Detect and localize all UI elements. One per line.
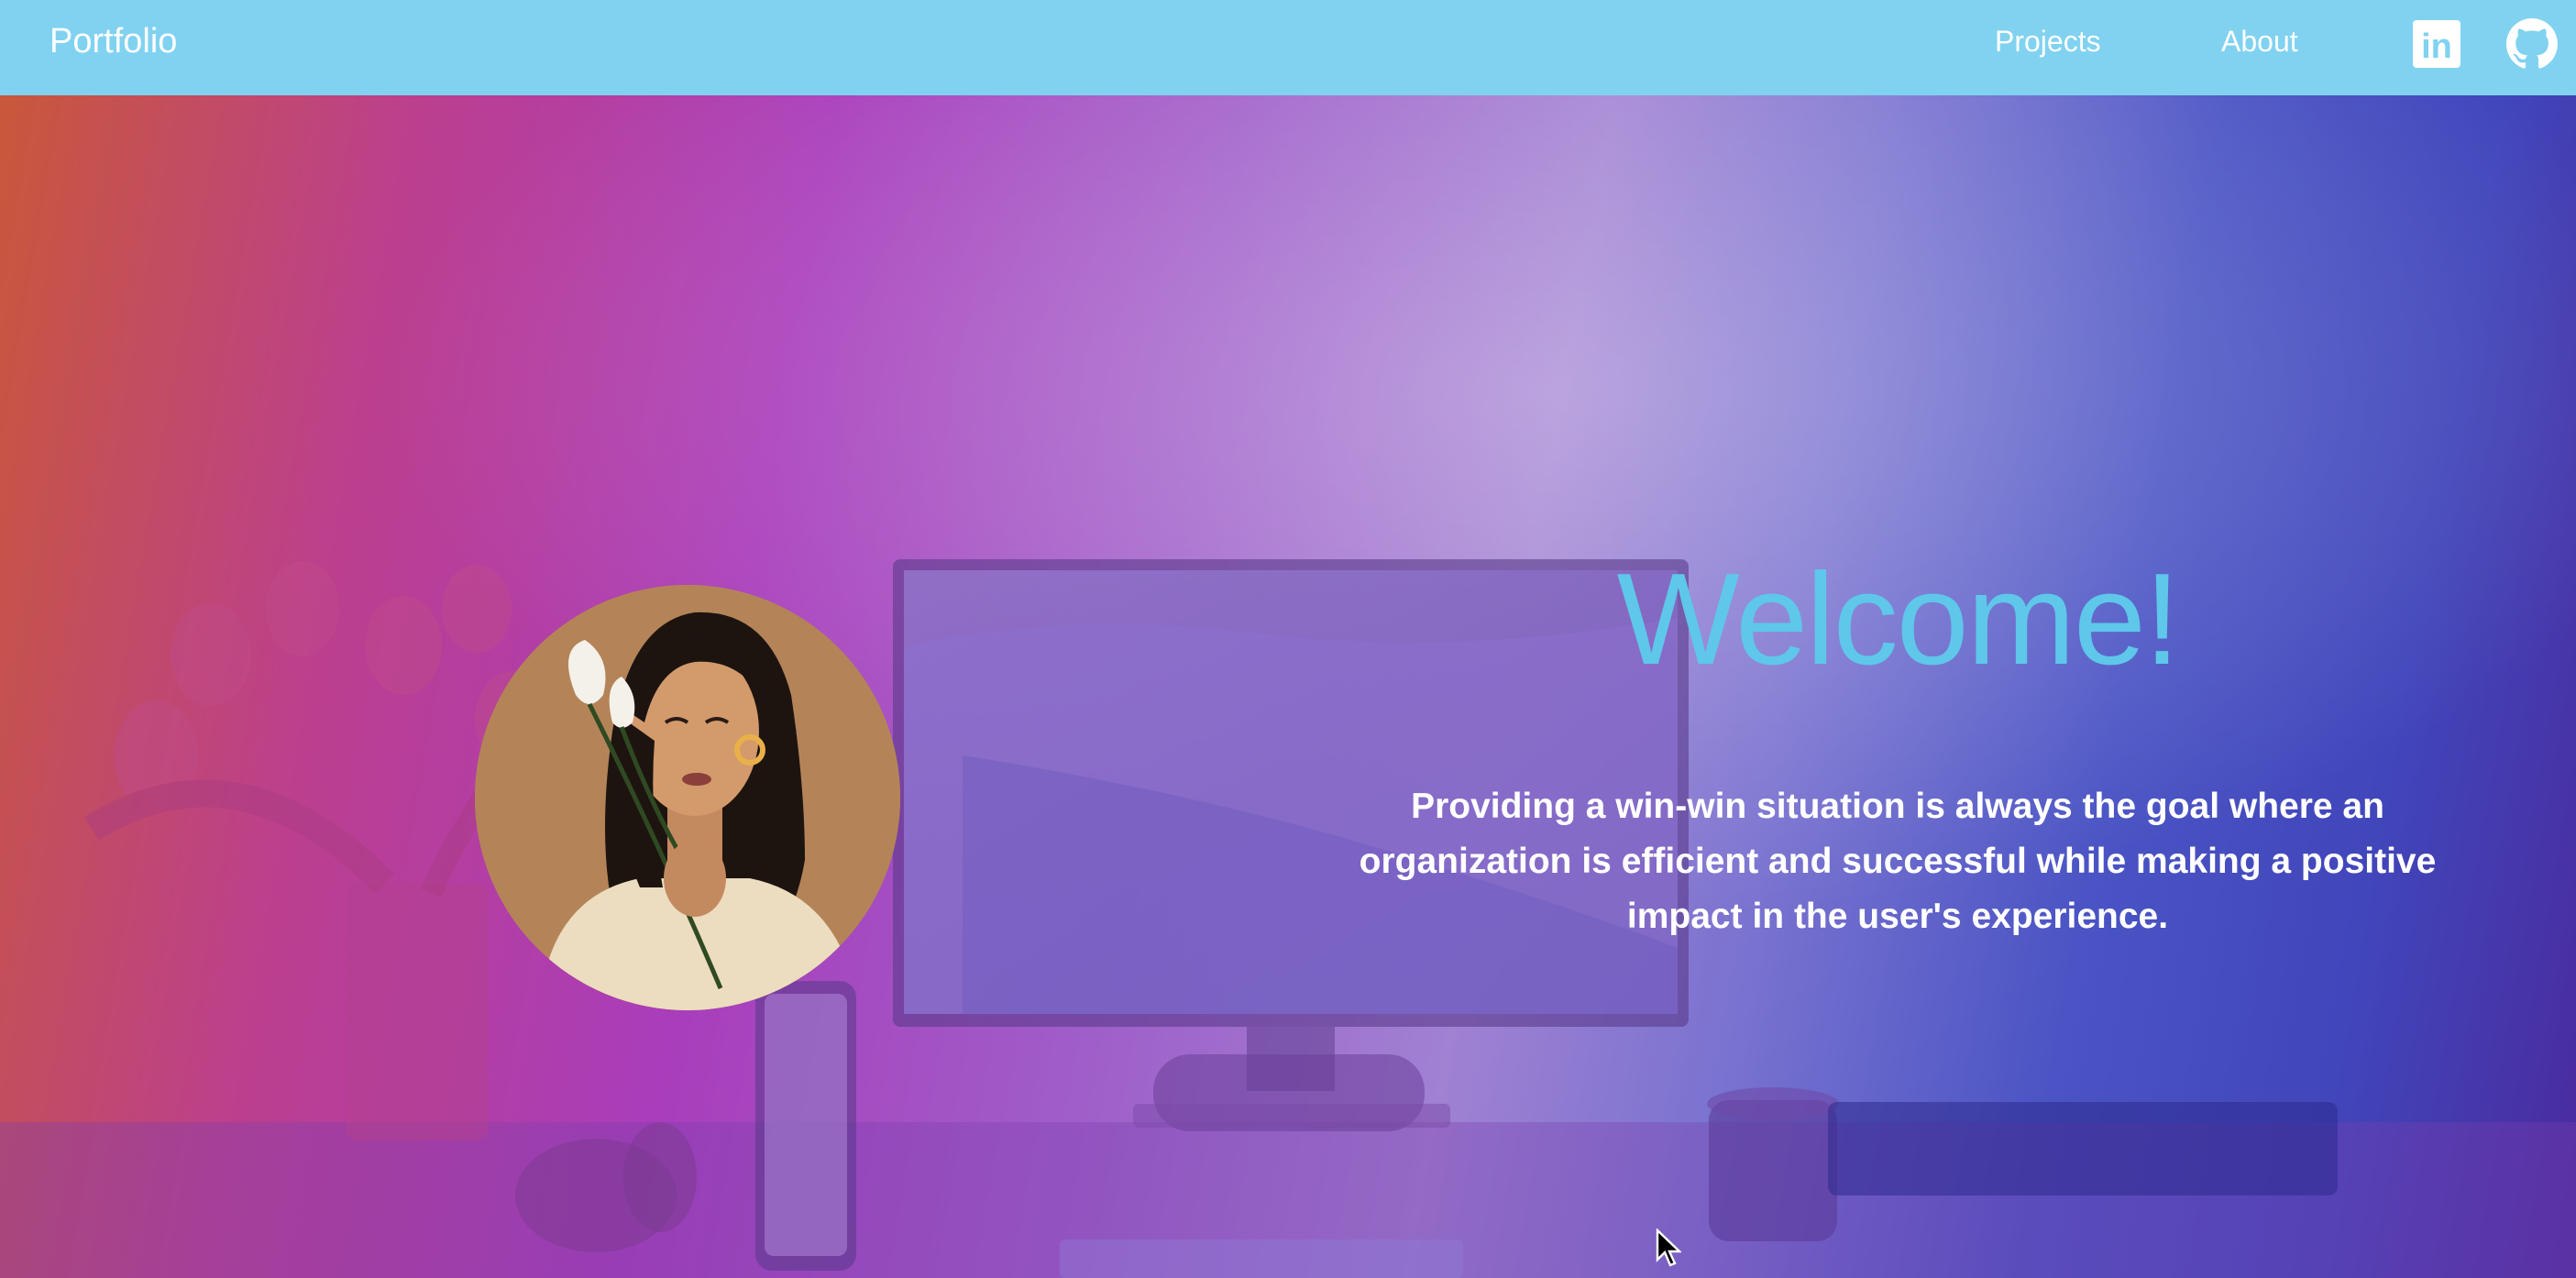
brand-link[interactable]: Portfolio <box>50 0 177 95</box>
linkedin-icon[interactable]: in <box>2411 18 2462 70</box>
welcome-heading: Welcome! <box>1616 546 2181 692</box>
avatar <box>475 585 900 1010</box>
top-navbar: Portfolio Projects About in <box>0 0 2576 95</box>
svg-text:in: in <box>2421 28 2452 66</box>
nav-link-projects[interactable]: Projects <box>1995 0 2101 95</box>
nav-link-about[interactable]: About <box>2221 0 2298 95</box>
hero-section: Welcome! Providing a win-win situation i… <box>0 95 2576 1278</box>
mouse-cursor-icon <box>1656 1228 1681 1267</box>
hero-tagline: Providing a win-win situation is always … <box>1359 787 2437 936</box>
github-icon[interactable] <box>2506 18 2558 70</box>
